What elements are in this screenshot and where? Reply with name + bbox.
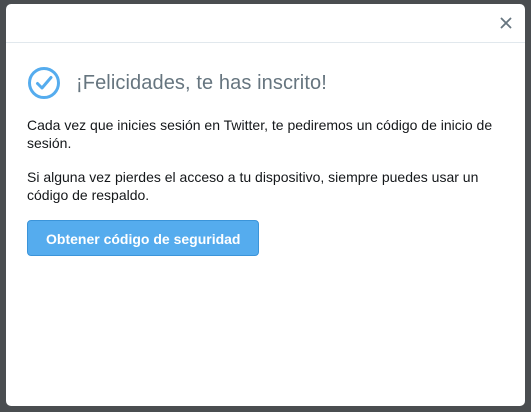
dialog-header	[6, 4, 525, 43]
description-paragraph-1: Cada vez que inicies sesión en Twitter, …	[27, 117, 493, 151]
title-row: ¡Felicidades, te has inscrito!	[27, 66, 504, 100]
get-security-code-button[interactable]: Obtener código de seguridad	[27, 220, 260, 256]
description-paragraph-2: Si alguna vez pierdes el acceso a tu dis…	[27, 169, 479, 203]
check-circle-icon	[27, 66, 61, 100]
close-icon	[500, 17, 512, 29]
dialog-body: ¡Felicidades, te has inscrito! Cada vez …	[6, 43, 525, 256]
close-button[interactable]	[497, 14, 515, 32]
dialog-title: ¡Felicidades, te has inscrito!	[76, 71, 327, 94]
login-verification-dialog: ¡Felicidades, te has inscrito! Cada vez …	[6, 4, 525, 406]
